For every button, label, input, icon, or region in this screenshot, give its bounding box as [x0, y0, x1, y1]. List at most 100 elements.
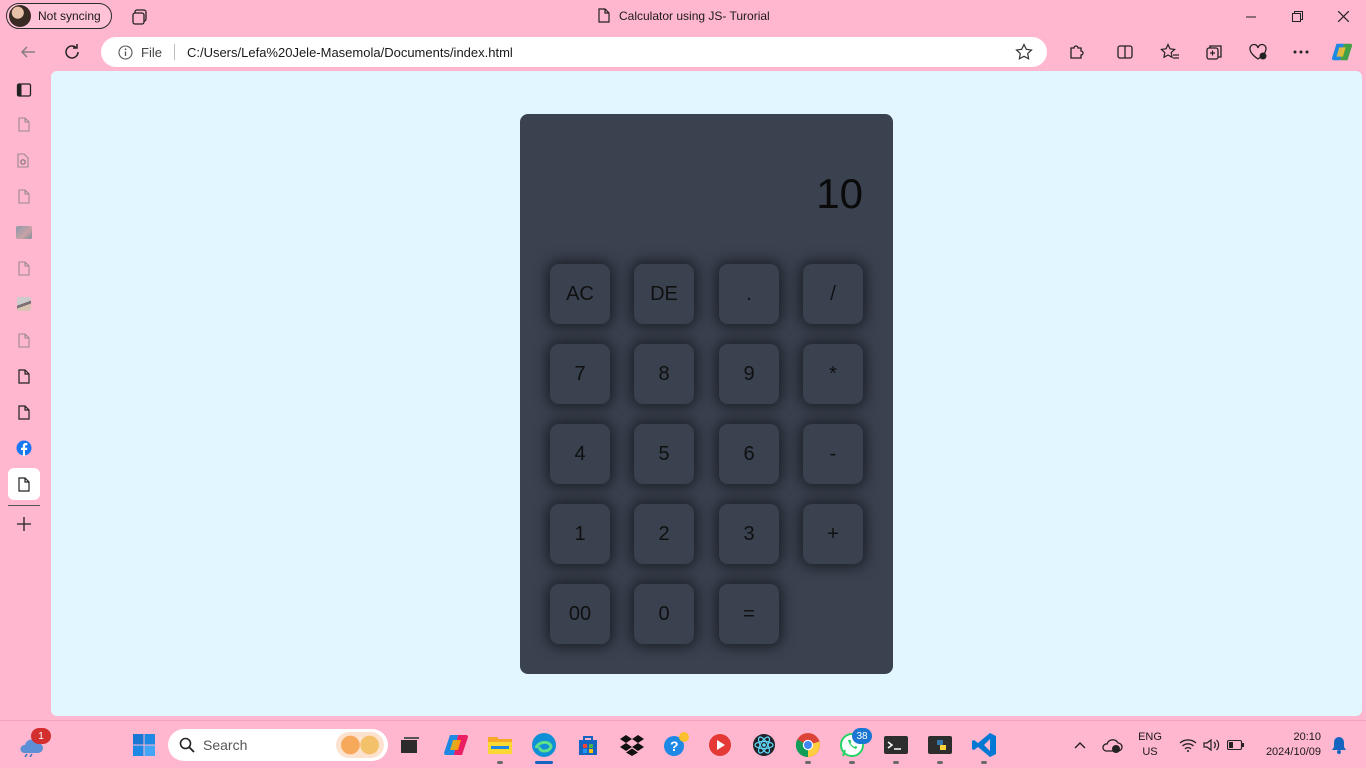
- refresh-icon: [65, 44, 79, 59]
- key-multiply-button[interactable]: *: [803, 344, 863, 404]
- copilot-taskbar-app[interactable]: [442, 731, 470, 759]
- clock-button[interactable]: 20:10 2024/10/09: [1255, 730, 1321, 760]
- workspaces-icon[interactable]: [131, 8, 149, 26]
- key-decimal-button[interactable]: .: [719, 264, 779, 324]
- whatsapp-badge: 38: [852, 728, 872, 744]
- refresh-button[interactable]: [61, 41, 83, 63]
- key-7-button[interactable]: 7: [550, 344, 610, 404]
- minimize-button[interactable]: [1228, 0, 1274, 33]
- cloud-sync-icon: [1102, 739, 1123, 753]
- more-options-button[interactable]: [1290, 41, 1312, 63]
- restore-button[interactable]: [1274, 0, 1320, 33]
- favorites-button[interactable]: [1159, 41, 1181, 63]
- sidebar-tab-3[interactable]: [8, 180, 40, 212]
- dropbox-app[interactable]: [618, 731, 646, 759]
- key-divide-button[interactable]: /: [803, 264, 863, 324]
- sidebar-tab-facebook[interactable]: [8, 432, 40, 464]
- profile-label: Not syncing: [38, 9, 101, 23]
- key-3-button[interactable]: 3: [719, 504, 779, 564]
- key-5-button[interactable]: 5: [634, 424, 694, 484]
- get-help-app[interactable]: ?: [662, 731, 690, 759]
- sidebar-tab-6[interactable]: [8, 288, 40, 320]
- window-title-text: Calculator using JS- Turorial: [619, 8, 770, 23]
- key-ac-button[interactable]: AC: [550, 264, 610, 324]
- facebook-icon: [16, 440, 32, 456]
- key-de-button[interactable]: DE: [634, 264, 694, 324]
- chrome-icon: [795, 733, 820, 758]
- tab-actions-icon: [16, 83, 32, 97]
- media-player-app[interactable]: [706, 731, 734, 759]
- sidebar-tab-5[interactable]: [8, 252, 40, 284]
- title-bar: Not syncing Calculator using JS- Turoria…: [0, 0, 1366, 33]
- react-devtools-app[interactable]: [750, 731, 778, 759]
- running-indicator: [849, 761, 855, 764]
- vscode-icon: [972, 733, 996, 757]
- dropbox-icon: [620, 735, 644, 756]
- address-divider: [173, 44, 175, 60]
- sidebar-tab-2[interactable]: [8, 144, 40, 176]
- key-subtract-button[interactable]: -: [803, 424, 863, 484]
- url-text[interactable]: C:/Users/Lefa%20Jele-Masemola/Documents/…: [187, 45, 513, 60]
- search-highlight-icon: [336, 732, 384, 758]
- input-language-button[interactable]: ENG US: [1135, 730, 1165, 760]
- edge-app[interactable]: [530, 731, 558, 759]
- key-0-button[interactable]: 0: [634, 584, 694, 644]
- chrome-app[interactable]: [794, 731, 822, 759]
- sidebar-tab-1[interactable]: [8, 108, 40, 140]
- key-00-button[interactable]: 00: [550, 584, 610, 644]
- store-app[interactable]: [574, 731, 602, 759]
- site-logo-icon: [17, 297, 31, 311]
- tab-actions-button[interactable]: [8, 74, 40, 106]
- page-icon: [18, 332, 30, 348]
- new-tab-button[interactable]: [8, 508, 40, 540]
- battery-button[interactable]: [1222, 731, 1250, 759]
- calculator: 10 AC DE . / 7 8 9 * 4 5 6 - 1 2 3 + 00 …: [520, 114, 893, 674]
- key-2-button[interactable]: 2: [634, 504, 694, 564]
- navigation-bar: File C:/Users/Lefa%20Jele-Masemola/Docum…: [0, 33, 1366, 71]
- close-window-button[interactable]: [1320, 0, 1366, 33]
- notifications-button[interactable]: [1325, 731, 1353, 759]
- sidebar-tab-4[interactable]: [8, 216, 40, 248]
- back-button[interactable]: [17, 41, 39, 63]
- profile-button[interactable]: Not syncing: [6, 3, 112, 29]
- split-screen-button[interactable]: [1114, 41, 1136, 63]
- calculator-display: 10: [816, 170, 863, 217]
- start-button[interactable]: [130, 731, 158, 759]
- terminal-app[interactable]: [882, 731, 910, 759]
- task-view-button[interactable]: [396, 731, 424, 759]
- collections-button[interactable]: [1203, 41, 1225, 63]
- show-hidden-icons-button[interactable]: [1066, 731, 1094, 759]
- key-1-button[interactable]: 1: [550, 504, 610, 564]
- copilot-button[interactable]: [1331, 41, 1353, 63]
- vscode-app[interactable]: [970, 731, 998, 759]
- scheme-label: File: [141, 44, 162, 60]
- running-indicator: [893, 761, 899, 764]
- key-9-button[interactable]: 9: [719, 344, 779, 404]
- plus-icon: [17, 517, 31, 531]
- browser-essentials-button[interactable]: [1247, 41, 1269, 63]
- key-4-button[interactable]: 4: [550, 424, 610, 484]
- sidebar-tab-8[interactable]: [8, 360, 40, 392]
- site-info-button[interactable]: File: [118, 45, 162, 60]
- key-6-button[interactable]: 6: [719, 424, 779, 484]
- extensions-button[interactable]: [1066, 41, 1088, 63]
- key-equals-button[interactable]: =: [719, 584, 779, 644]
- file-explorer-app[interactable]: [486, 731, 514, 759]
- key-8-button[interactable]: 8: [634, 344, 694, 404]
- sidebar-tab-9[interactable]: [8, 396, 40, 428]
- region-label: US: [1142, 746, 1158, 758]
- restore-icon: [1291, 11, 1303, 22]
- address-bar[interactable]: File C:/Users/Lefa%20Jele-Masemola/Docum…: [101, 37, 1047, 67]
- python-app[interactable]: [926, 731, 954, 759]
- onedrive-tray-button[interactable]: [1098, 731, 1126, 759]
- favorite-star-icon[interactable]: [1015, 43, 1033, 61]
- page-gear-icon: [17, 152, 29, 168]
- key-add-button[interactable]: +: [803, 504, 863, 564]
- window-title: Calculator using JS- Turorial: [598, 8, 770, 23]
- taskbar-search[interactable]: Search: [168, 729, 388, 761]
- info-icon: [118, 44, 133, 60]
- sidebar-tab-active[interactable]: [8, 468, 40, 500]
- search-placeholder: Search: [203, 737, 248, 753]
- sidebar-tab-7[interactable]: [8, 324, 40, 356]
- battery-icon: [1227, 739, 1244, 751]
